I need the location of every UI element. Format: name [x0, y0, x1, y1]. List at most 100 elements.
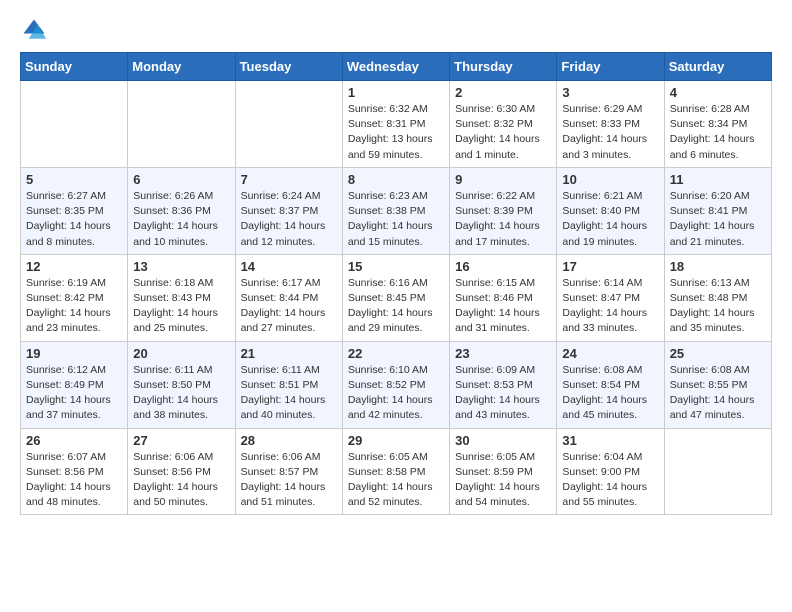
- day-info: Sunrise: 6:23 AMSunset: 8:38 PMDaylight:…: [348, 189, 444, 250]
- day-info: Sunrise: 6:21 AMSunset: 8:40 PMDaylight:…: [562, 189, 658, 250]
- calendar-cell: 6 Sunrise: 6:26 AMSunset: 8:36 PMDaylight…: [128, 167, 235, 254]
- day-number: 22: [348, 346, 444, 361]
- day-info: Sunrise: 6:20 AMSunset: 8:41 PMDaylight:…: [670, 189, 766, 250]
- calendar-cell: 8 Sunrise: 6:23 AMSunset: 8:38 PMDaylight…: [342, 167, 449, 254]
- day-number: 7: [241, 172, 337, 187]
- day-info: Sunrise: 6:06 AMSunset: 8:57 PMDaylight:…: [241, 450, 337, 511]
- calendar-cell: 5Sunrise: 6:27 AMSunset: 8:35 PMDaylight…: [21, 167, 128, 254]
- day-info: Sunrise: 6:11 AMSunset: 8:50 PMDaylight:…: [133, 363, 229, 424]
- day-info: Sunrise: 6:05 AMSunset: 8:59 PMDaylight:…: [455, 450, 551, 511]
- day-info: Sunrise: 6:08 AMSunset: 8:54 PMDaylight:…: [562, 363, 658, 424]
- day-number: 2: [455, 85, 551, 100]
- day-number: 31: [562, 433, 658, 448]
- day-header-sunday: Sunday: [21, 53, 128, 81]
- day-header-saturday: Saturday: [664, 53, 771, 81]
- day-header-monday: Monday: [128, 53, 235, 81]
- day-header-tuesday: Tuesday: [235, 53, 342, 81]
- day-number: 26: [26, 433, 122, 448]
- day-number: 28: [241, 433, 337, 448]
- day-info: Sunrise: 6:06 AMSunset: 8:56 PMDaylight:…: [133, 450, 229, 511]
- day-number: 15: [348, 259, 444, 274]
- day-info: Sunrise: 6:04 AMSunset: 9:00 PMDaylight:…: [562, 450, 658, 511]
- day-number: 8: [348, 172, 444, 187]
- day-info: Sunrise: 6:29 AMSunset: 8:33 PMDaylight:…: [562, 102, 658, 163]
- day-info: Sunrise: 6:12 AMSunset: 8:49 PMDaylight:…: [26, 363, 122, 424]
- day-info: Sunrise: 6:13 AMSunset: 8:48 PMDaylight:…: [670, 276, 766, 337]
- day-number: 19: [26, 346, 122, 361]
- day-info: Sunrise: 6:10 AMSunset: 8:52 PMDaylight:…: [348, 363, 444, 424]
- day-number: 29: [348, 433, 444, 448]
- day-number: 30: [455, 433, 551, 448]
- calendar-cell: 26Sunrise: 6:07 AMSunset: 8:56 PMDayligh…: [21, 428, 128, 515]
- day-info: Sunrise: 6:26 AMSunset: 8:36 PMDaylight:…: [133, 189, 229, 250]
- day-info: Sunrise: 6:28 AMSunset: 8:34 PMDaylight:…: [670, 102, 766, 163]
- calendar-cell: [664, 428, 771, 515]
- calendar-cell: [21, 81, 128, 168]
- day-number: 3: [562, 85, 658, 100]
- calendar-cell: 19 Sunrise: 6:12 AMSunset: 8:49 PMDayligh…: [21, 341, 128, 428]
- day-number: 21: [241, 346, 337, 361]
- calendar-table: SundayMondayTuesdayWednesdayThursdayFrid…: [20, 52, 772, 515]
- calendar-cell: 25Sunrise: 6:08 AMSunset: 8:55 PMDayligh…: [664, 341, 771, 428]
- calendar-cell: 17 Sunrise: 6:14 AMSunset: 8:47 PMDayligh…: [557, 254, 664, 341]
- calendar-cell: 14Sunrise: 6:17 AMSunset: 8:44 PMDayligh…: [235, 254, 342, 341]
- calendar-week-3: 12 Sunrise: 6:19 AMSunset: 8:42 PMDayligh…: [21, 254, 772, 341]
- calendar-cell: 23 Sunrise: 6:09 AMSunset: 8:53 PMDayligh…: [450, 341, 557, 428]
- calendar-cell: 30 Sunrise: 6:05 AMSunset: 8:59 PMDayligh…: [450, 428, 557, 515]
- calendar-cell: 4 Sunrise: 6:28 AMSunset: 8:34 PMDaylight…: [664, 81, 771, 168]
- calendar-cell: 27 Sunrise: 6:06 AMSunset: 8:56 PMDayligh…: [128, 428, 235, 515]
- calendar-cell: 3 Sunrise: 6:29 AMSunset: 8:33 PMDaylight…: [557, 81, 664, 168]
- day-number: 17: [562, 259, 658, 274]
- calendar-cell: 31 Sunrise: 6:04 AMSunset: 9:00 PMDayligh…: [557, 428, 664, 515]
- day-info: Sunrise: 6:11 AMSunset: 8:51 PMDaylight:…: [241, 363, 337, 424]
- day-info: Sunrise: 6:05 AMSunset: 8:58 PMDaylight:…: [348, 450, 444, 511]
- day-info: Sunrise: 6:15 AMSunset: 8:46 PMDaylight:…: [455, 276, 551, 337]
- day-number: 1: [348, 85, 444, 100]
- calendar-cell: [235, 81, 342, 168]
- calendar-cell: 16 Sunrise: 6:15 AMSunset: 8:46 PMDayligh…: [450, 254, 557, 341]
- day-number: 5: [26, 172, 122, 187]
- day-number: 4: [670, 85, 766, 100]
- calendar-cell: 22 Sunrise: 6:10 AMSunset: 8:52 PMDayligh…: [342, 341, 449, 428]
- day-number: 24: [562, 346, 658, 361]
- calendar-cell: 10 Sunrise: 6:21 AMSunset: 8:40 PMDayligh…: [557, 167, 664, 254]
- calendar-cell: 9 Sunrise: 6:22 AMSunset: 8:39 PMDaylight…: [450, 167, 557, 254]
- calendar-cell: 11Sunrise: 6:20 AMSunset: 8:41 PMDayligh…: [664, 167, 771, 254]
- calendar-cell: [128, 81, 235, 168]
- day-info: Sunrise: 6:17 AMSunset: 8:44 PMDaylight:…: [241, 276, 337, 337]
- day-number: 12: [26, 259, 122, 274]
- calendar-header-row: SundayMondayTuesdayWednesdayThursdayFrid…: [21, 53, 772, 81]
- day-info: Sunrise: 6:19 AMSunset: 8:42 PMDaylight:…: [26, 276, 122, 337]
- day-number: 27: [133, 433, 229, 448]
- calendar-cell: 29 Sunrise: 6:05 AMSunset: 8:58 PMDayligh…: [342, 428, 449, 515]
- calendar-cell: 20 Sunrise: 6:11 AMSunset: 8:50 PMDayligh…: [128, 341, 235, 428]
- calendar-cell: 24 Sunrise: 6:08 AMSunset: 8:54 PMDayligh…: [557, 341, 664, 428]
- day-number: 23: [455, 346, 551, 361]
- day-number: 16: [455, 259, 551, 274]
- day-info: Sunrise: 6:14 AMSunset: 8:47 PMDaylight:…: [562, 276, 658, 337]
- calendar-cell: 28 Sunrise: 6:06 AMSunset: 8:57 PMDayligh…: [235, 428, 342, 515]
- day-number: 13: [133, 259, 229, 274]
- page-header: [20, 16, 772, 44]
- calendar-cell: 15 Sunrise: 6:16 AMSunset: 8:45 PMDayligh…: [342, 254, 449, 341]
- calendar-week-2: 5Sunrise: 6:27 AMSunset: 8:35 PMDaylight…: [21, 167, 772, 254]
- calendar-cell: 18 Sunrise: 6:13 AMSunset: 8:48 PMDayligh…: [664, 254, 771, 341]
- day-header-friday: Friday: [557, 53, 664, 81]
- day-info: Sunrise: 6:24 AMSunset: 8:37 PMDaylight:…: [241, 189, 337, 250]
- day-info: Sunrise: 6:22 AMSunset: 8:39 PMDaylight:…: [455, 189, 551, 250]
- calendar-cell: 7 Sunrise: 6:24 AMSunset: 8:37 PMDaylight…: [235, 167, 342, 254]
- day-number: 6: [133, 172, 229, 187]
- day-header-wednesday: Wednesday: [342, 53, 449, 81]
- calendar-cell: 13Sunrise: 6:18 AMSunset: 8:43 PMDayligh…: [128, 254, 235, 341]
- calendar-week-4: 19 Sunrise: 6:12 AMSunset: 8:49 PMDayligh…: [21, 341, 772, 428]
- calendar-cell: 2Sunrise: 6:30 AMSunset: 8:32 PMDaylight…: [450, 81, 557, 168]
- calendar-week-1: 1 Sunrise: 6:32 AMSunset: 8:31 PMDaylight…: [21, 81, 772, 168]
- day-info: Sunrise: 6:16 AMSunset: 8:45 PMDaylight:…: [348, 276, 444, 337]
- day-info: Sunrise: 6:32 AMSunset: 8:31 PMDaylight:…: [348, 102, 444, 163]
- day-number: 10: [562, 172, 658, 187]
- day-info: Sunrise: 6:09 AMSunset: 8:53 PMDaylight:…: [455, 363, 551, 424]
- day-number: 18: [670, 259, 766, 274]
- calendar-cell: 12 Sunrise: 6:19 AMSunset: 8:42 PMDayligh…: [21, 254, 128, 341]
- day-number: 20: [133, 346, 229, 361]
- day-number: 9: [455, 172, 551, 187]
